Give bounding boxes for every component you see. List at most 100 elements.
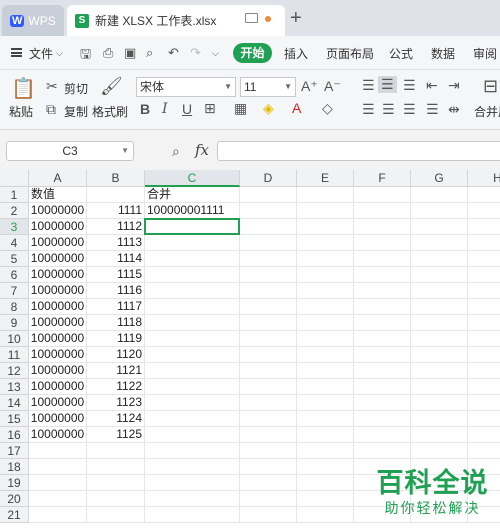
- cell-a14[interactable]: 10000000: [29, 395, 87, 411]
- insert-function-button[interactable]: fx: [195, 141, 209, 159]
- cell-c7[interactable]: [145, 283, 240, 299]
- cell-a1[interactable]: 数值: [29, 187, 87, 203]
- cell-a4[interactable]: 10000000: [29, 235, 87, 251]
- align-left-icon[interactable]: ☰: [362, 101, 375, 118]
- cell-g5[interactable]: [411, 251, 468, 267]
- cell-f7[interactable]: [354, 283, 411, 299]
- cell-f1[interactable]: [354, 187, 411, 203]
- cell-e7[interactable]: [297, 283, 354, 299]
- cell-f4[interactable]: [354, 235, 411, 251]
- cell-b9[interactable]: 1118: [87, 315, 145, 331]
- cell-a16[interactable]: 10000000: [29, 427, 87, 443]
- cell-b2[interactable]: 1111: [87, 203, 145, 219]
- italic-icon[interactable]: I: [162, 101, 168, 117]
- cell-b7[interactable]: 1116: [87, 283, 145, 299]
- cell-b3[interactable]: 1112: [87, 219, 145, 235]
- cell-h8[interactable]: [468, 299, 500, 315]
- column-header-h[interactable]: H: [468, 170, 500, 187]
- cell-f10[interactable]: [354, 331, 411, 347]
- row-header-12[interactable]: 12: [0, 363, 29, 379]
- cell-a13[interactable]: 10000000: [29, 379, 87, 395]
- cell-d4[interactable]: [240, 235, 297, 251]
- cell-f3[interactable]: [354, 219, 411, 235]
- copy-button[interactable]: 复制: [64, 103, 88, 120]
- cell-a20[interactable]: [29, 491, 87, 507]
- indent-decrease-icon[interactable]: ⇤: [426, 77, 438, 94]
- cell-e20[interactable]: [297, 491, 354, 507]
- cell-c19[interactable]: [145, 475, 240, 491]
- cell-f16[interactable]: [354, 427, 411, 443]
- row-header-6[interactable]: 6: [0, 267, 29, 283]
- cell-d12[interactable]: [240, 363, 297, 379]
- cell-d3[interactable]: [240, 219, 297, 235]
- cell-a21[interactable]: [29, 507, 87, 523]
- cell-h3[interactable]: [468, 219, 500, 235]
- menu-review[interactable]: 审阅: [473, 45, 497, 62]
- cell-h10[interactable]: [468, 331, 500, 347]
- cell-d19[interactable]: [240, 475, 297, 491]
- format-painter-button[interactable]: 格式刷: [92, 103, 128, 120]
- tab-wps-home[interactable]: W WPS: [2, 5, 64, 36]
- cell-f5[interactable]: [354, 251, 411, 267]
- row-header-16[interactable]: 16: [0, 427, 29, 443]
- cell-e21[interactable]: [297, 507, 354, 523]
- format-painter-icon[interactable]: 🖌: [100, 76, 123, 97]
- cell-f13[interactable]: [354, 379, 411, 395]
- cell-b17[interactable]: [87, 443, 145, 459]
- cell-b19[interactable]: [87, 475, 145, 491]
- cell-g15[interactable]: [411, 411, 468, 427]
- redo-icon[interactable]: ↷: [190, 45, 201, 61]
- cell-a6[interactable]: 10000000: [29, 267, 87, 283]
- cell-d17[interactable]: [240, 443, 297, 459]
- cell-e11[interactable]: [297, 347, 354, 363]
- menu-data[interactable]: 数据: [431, 45, 455, 62]
- cell-a10[interactable]: 10000000: [29, 331, 87, 347]
- cell-d16[interactable]: [240, 427, 297, 443]
- export-pdf-icon[interactable]: ▣: [124, 45, 136, 61]
- cell-h13[interactable]: [468, 379, 500, 395]
- justify-icon[interactable]: ☰: [426, 101, 439, 118]
- cell-c20[interactable]: [145, 491, 240, 507]
- print-icon[interactable]: ⎙: [103, 45, 113, 61]
- menu-formulas[interactable]: 公式: [389, 45, 413, 62]
- align-top-icon[interactable]: ☰: [362, 77, 375, 94]
- cell-g6[interactable]: [411, 267, 468, 283]
- cell-e16[interactable]: [297, 427, 354, 443]
- cell-b20[interactable]: [87, 491, 145, 507]
- cell-h12[interactable]: [468, 363, 500, 379]
- cell-a7[interactable]: 10000000: [29, 283, 87, 299]
- cell-a12[interactable]: 10000000: [29, 363, 87, 379]
- cell-a17[interactable]: [29, 443, 87, 459]
- row-header-4[interactable]: 4: [0, 235, 29, 251]
- cell-f6[interactable]: [354, 267, 411, 283]
- row-header-8[interactable]: 8: [0, 299, 29, 315]
- cell-b16[interactable]: 1125: [87, 427, 145, 443]
- cell-g3[interactable]: [411, 219, 468, 235]
- cell-d11[interactable]: [240, 347, 297, 363]
- cell-c14[interactable]: [145, 395, 240, 411]
- cell-h1[interactable]: [468, 187, 500, 203]
- cell-b10[interactable]: 1119: [87, 331, 145, 347]
- cell-e17[interactable]: [297, 443, 354, 459]
- cell-c13[interactable]: [145, 379, 240, 395]
- cell-c4[interactable]: [145, 235, 240, 251]
- cell-c10[interactable]: [145, 331, 240, 347]
- cell-d7[interactable]: [240, 283, 297, 299]
- column-header-d[interactable]: D: [240, 170, 297, 187]
- cell-a18[interactable]: [29, 459, 87, 475]
- cell-f14[interactable]: [354, 395, 411, 411]
- distributed-icon[interactable]: ⇹: [448, 101, 460, 118]
- cell-c21[interactable]: [145, 507, 240, 523]
- font-color-icon[interactable]: A: [292, 100, 301, 116]
- cell-a9[interactable]: 10000000: [29, 315, 87, 331]
- align-middle-icon[interactable]: ☰: [378, 76, 397, 93]
- cell-h7[interactable]: [468, 283, 500, 299]
- row-header-18[interactable]: 18: [0, 459, 29, 475]
- row-header-10[interactable]: 10: [0, 331, 29, 347]
- cell-a11[interactable]: 10000000: [29, 347, 87, 363]
- cell-b6[interactable]: 1115: [87, 267, 145, 283]
- column-header-f[interactable]: F: [354, 170, 411, 187]
- cell-h15[interactable]: [468, 411, 500, 427]
- cell-d18[interactable]: [240, 459, 297, 475]
- cell-f2[interactable]: [354, 203, 411, 219]
